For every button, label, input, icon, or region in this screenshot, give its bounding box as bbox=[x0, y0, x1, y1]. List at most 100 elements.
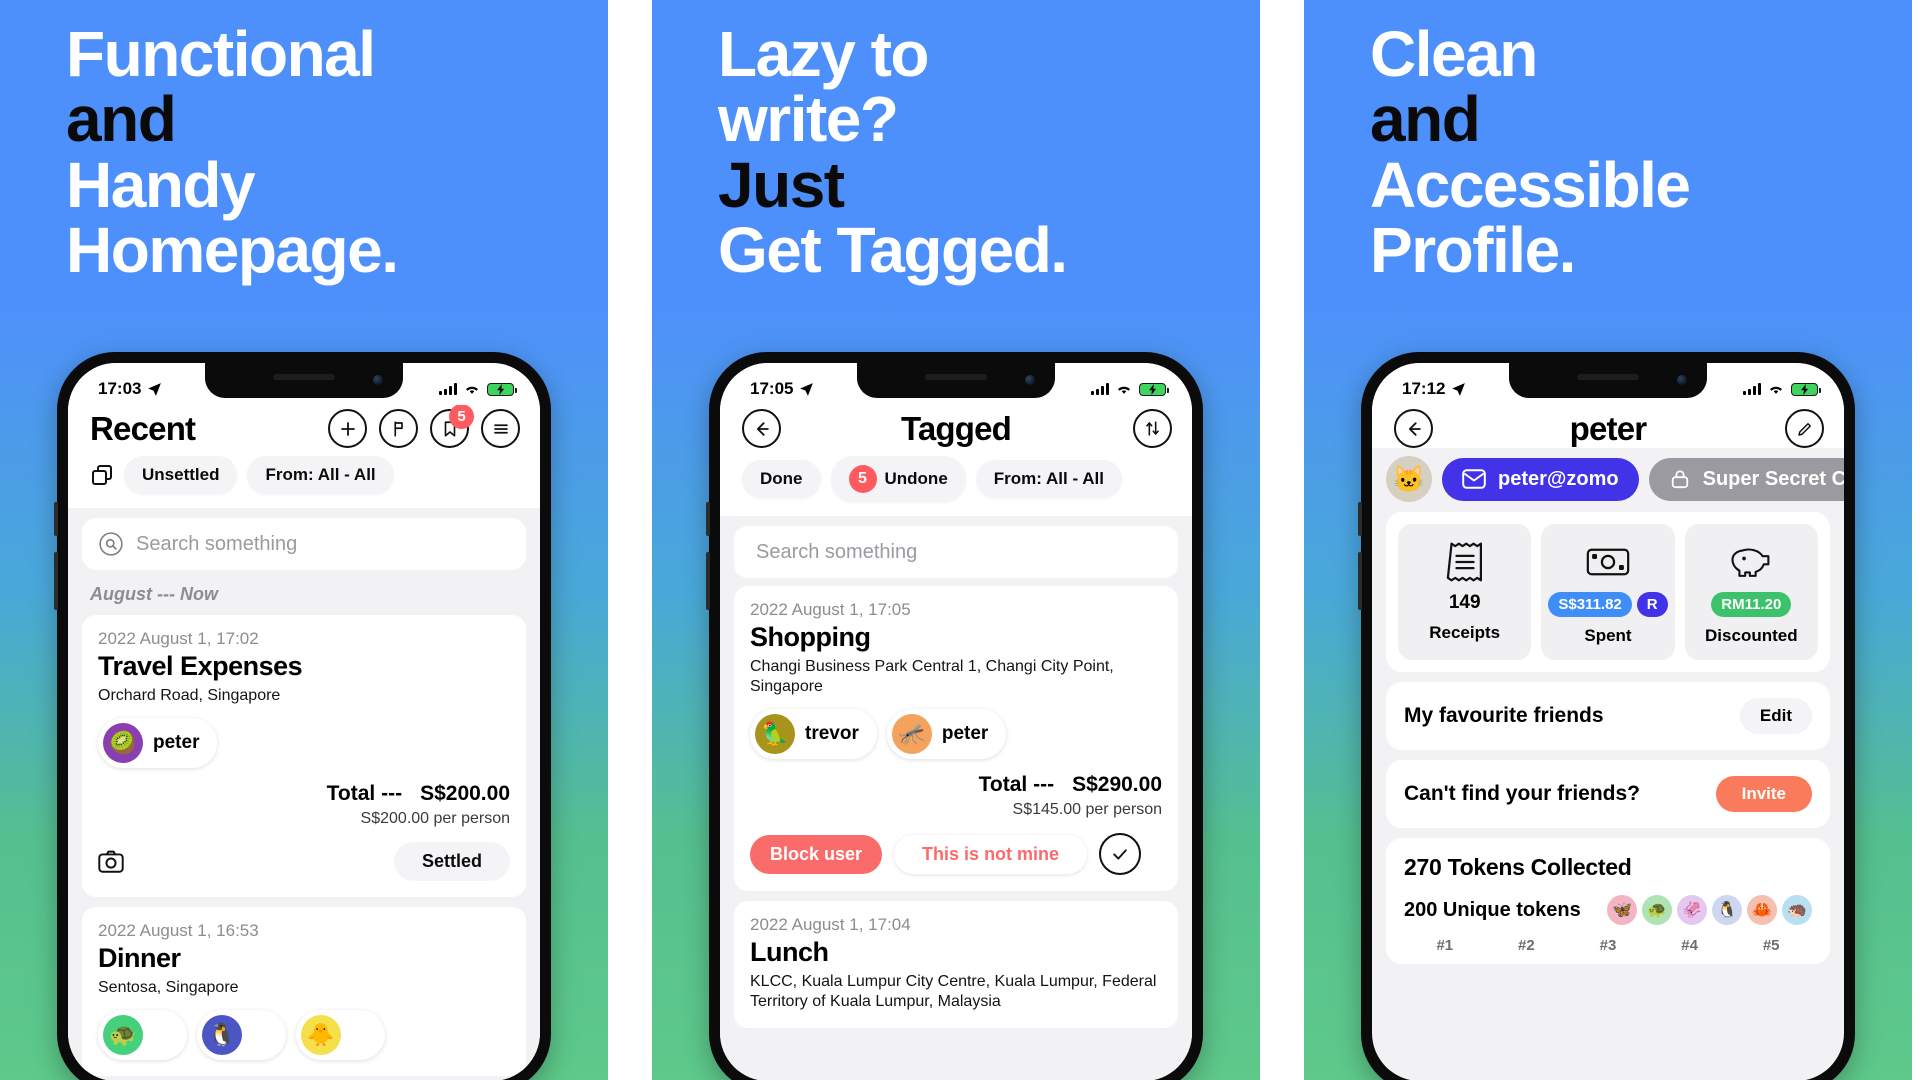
promo-panel-profile: Clean and Accessible Profile. 17:12 pete… bbox=[1304, 0, 1912, 1080]
bookmark-badge: 5 bbox=[449, 404, 474, 429]
secret-tag-label: Super Secret C bbox=[1702, 467, 1844, 490]
tagged-card[interactable]: 2022 August 1, 17:04 Lunch KLCC, Kuala L… bbox=[734, 901, 1178, 1028]
piggy-bank-icon bbox=[1691, 540, 1812, 584]
money-badge: S$311.82 bbox=[1548, 592, 1632, 617]
screen-title: Recent bbox=[90, 409, 196, 447]
headline-line: Get Tagged. bbox=[718, 213, 1068, 286]
token-icon-list: 🦋 🐢 🦑 🐧 🦀 🦔 bbox=[1607, 895, 1812, 925]
expense-date: 2022 August 1, 17:05 bbox=[750, 600, 911, 619]
money-badge: RM11.20 bbox=[1711, 592, 1792, 617]
back-button[interactable] bbox=[742, 409, 781, 448]
back-arrow-icon bbox=[756, 421, 769, 436]
invite-friends-row[interactable]: Can't find your friends? Invite bbox=[1386, 760, 1830, 828]
back-button[interactable] bbox=[1394, 409, 1433, 448]
sort-icon bbox=[1146, 421, 1159, 436]
location-arrow-icon bbox=[800, 382, 814, 396]
wifi-icon bbox=[1770, 386, 1782, 394]
settled-button[interactable]: Settled bbox=[393, 842, 510, 881]
speaker-grille bbox=[925, 374, 987, 380]
per-person-amount: S$145.00 per person bbox=[1012, 801, 1162, 818]
row-title: Can't find your friends? bbox=[1404, 782, 1640, 805]
nav-bar: Recent 5 bbox=[68, 404, 540, 448]
participant-chip[interactable]: 🐢 bbox=[98, 1010, 187, 1060]
money-badge: R bbox=[1636, 592, 1668, 617]
bookmark-button[interactable]: 5 bbox=[430, 404, 474, 448]
secret-tag[interactable]: Super Secret C bbox=[1648, 457, 1844, 501]
tokens-card[interactable]: 270 Tokens Collected 200 Unique tokens 🦋… bbox=[1386, 838, 1830, 964]
pencil-icon bbox=[1797, 422, 1811, 436]
per-person-amount: S$200.00 per person bbox=[360, 810, 510, 827]
expense-location: Changi Business Park Central 1, Changi C… bbox=[750, 658, 1114, 695]
edit-friends-button[interactable]: Edit bbox=[1739, 698, 1812, 734]
chip-label: Undone bbox=[884, 469, 948, 488]
signal-bars-icon bbox=[1091, 383, 1109, 395]
row-title: My favourite friends bbox=[1404, 704, 1604, 727]
invite-button[interactable]: Invite bbox=[1715, 776, 1812, 812]
stat-spent[interactable]: S$311.82 R Spent bbox=[1541, 524, 1675, 660]
chip-label: Done bbox=[760, 469, 803, 488]
expense-date: 2022 August 1, 16:53 bbox=[98, 921, 259, 940]
chip-from-range[interactable]: From: All - All bbox=[247, 456, 394, 494]
chip-done[interactable]: Done bbox=[742, 460, 821, 498]
block-user-button[interactable]: Block user bbox=[750, 834, 883, 874]
avatar: 🐧 bbox=[201, 1015, 242, 1055]
filter-chip-row: Done 5 Undone From: All - All bbox=[720, 448, 1192, 516]
participant-chip[interactable]: 🦟 peter bbox=[886, 709, 1007, 759]
phone-notch bbox=[857, 363, 1055, 398]
content-scroll-area[interactable]: Search something August --- Now 2022 Aug… bbox=[68, 508, 540, 1080]
lock-icon bbox=[1671, 470, 1688, 489]
avatar[interactable]: 🐱 bbox=[1386, 456, 1432, 502]
expense-location: Sentosa, Singapore bbox=[98, 979, 239, 996]
not-mine-button[interactable]: This is not mine bbox=[894, 834, 1088, 874]
sort-button[interactable] bbox=[1133, 409, 1172, 448]
flag-button[interactable] bbox=[379, 409, 418, 448]
headline-line: and bbox=[1370, 83, 1481, 156]
stats-row: 149 Receipts S$311.82 R Spent RM11.20 Di… bbox=[1386, 512, 1830, 672]
participant-chip[interactable]: 🐥 bbox=[295, 1010, 385, 1060]
headline-line: Homepage. bbox=[66, 213, 399, 286]
copy-icon[interactable] bbox=[90, 463, 114, 487]
headline-line: and bbox=[66, 83, 177, 156]
avatar: 🐥 bbox=[300, 1015, 341, 1055]
expense-card[interactable]: 2022 August 1, 17:02 Travel Expenses Orc… bbox=[82, 615, 526, 897]
flag-icon bbox=[393, 420, 403, 437]
participant-chip[interactable]: 🦜 trevor bbox=[750, 709, 877, 759]
search-input[interactable]: Search something bbox=[82, 518, 526, 570]
menu-button[interactable] bbox=[481, 409, 520, 448]
headline-line: Profile. bbox=[1370, 213, 1576, 286]
plus-icon bbox=[340, 421, 355, 436]
stat-value: 149 bbox=[1448, 592, 1481, 613]
speaker-grille bbox=[273, 374, 335, 380]
content-scroll-area[interactable]: Search something 2022 August 1, 17:05 Sh… bbox=[720, 516, 1192, 1080]
camera-icon[interactable] bbox=[98, 850, 124, 874]
confirm-button[interactable] bbox=[1099, 833, 1142, 875]
email-tag[interactable]: peter@zomo bbox=[1442, 457, 1639, 501]
token-rank: #3 bbox=[1599, 937, 1617, 954]
search-input[interactable]: Search something bbox=[734, 526, 1178, 578]
status-time: 17:05 bbox=[750, 379, 794, 398]
nav-bar: Tagged bbox=[720, 405, 1192, 448]
chip-from-range[interactable]: From: All - All bbox=[975, 460, 1122, 498]
chip-undone[interactable]: 5 Undone bbox=[830, 456, 966, 502]
phone-mockup: 17:12 peter 🐱 peter@zomo Super Secret C … bbox=[1358, 352, 1855, 1080]
speaker-grille bbox=[1577, 374, 1639, 380]
participant-name: peter bbox=[941, 723, 989, 744]
stat-discounted[interactable]: RM11.20 Discounted bbox=[1684, 524, 1818, 660]
tagged-card[interactable]: 2022 August 1, 17:05 Shopping Changi Bus… bbox=[734, 586, 1178, 891]
participant-list: 🐢 🐧 🐥 bbox=[98, 1010, 510, 1060]
chip-count: 5 bbox=[848, 465, 877, 493]
chip-unsettled[interactable]: Unsettled bbox=[124, 456, 238, 494]
participant-chip[interactable]: 🐧 bbox=[196, 1010, 286, 1060]
edit-button[interactable] bbox=[1785, 409, 1824, 448]
token-icon: 🦋 bbox=[1607, 895, 1637, 925]
stat-receipts[interactable]: 149 Receipts bbox=[1398, 524, 1532, 660]
expense-title: Lunch bbox=[750, 937, 829, 967]
expense-card[interactable]: 2022 August 1, 16:53 Dinner Sentosa, Sin… bbox=[82, 907, 526, 1076]
promo-panel-tagged: Lazy to write? Just Get Tagged. 17:05 Ta… bbox=[652, 0, 1260, 1080]
favourite-friends-row[interactable]: My favourite friends Edit bbox=[1386, 682, 1830, 750]
participant-chip[interactable]: 🥝 peter bbox=[98, 718, 218, 768]
location-arrow-icon bbox=[148, 382, 162, 396]
add-button[interactable] bbox=[328, 409, 367, 448]
total-amount: S$200.00 bbox=[420, 782, 510, 805]
total-label: Total --- bbox=[326, 782, 403, 805]
